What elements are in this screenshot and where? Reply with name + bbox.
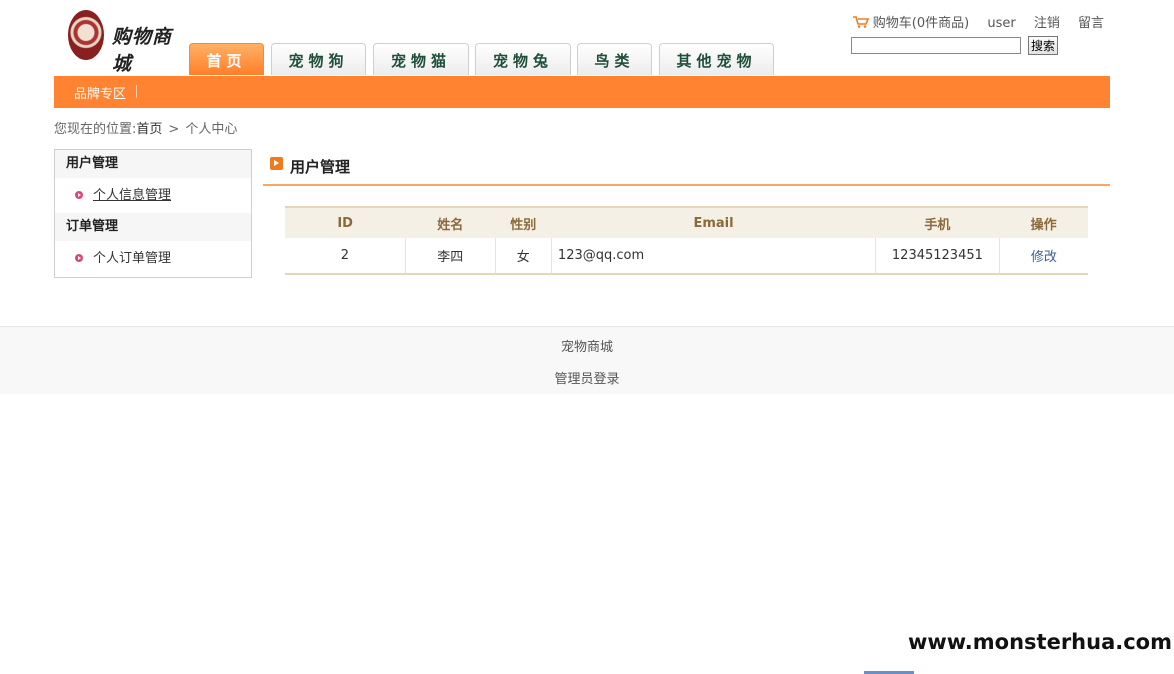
tab-other-pets[interactable]: 其他宠物 <box>659 43 774 75</box>
breadcrumb-current: 个人中心 <box>185 122 238 137</box>
footer-site-name: 宠物商城 <box>560 340 613 355</box>
col-header-phone: 手机 <box>875 206 1000 238</box>
cart-link[interactable]: 购物车(0件商品) <box>873 16 969 31</box>
admin-login-link[interactable]: 管理员登录 <box>554 372 619 387</box>
breadcrumb-home[interactable]: 首页 <box>136 122 162 137</box>
sidebar-item-label: 个人信息管理 <box>93 188 172 203</box>
brand-zone-link[interactable]: 品牌专区 <box>74 83 126 102</box>
sidebar-section-order-mgmt: 订单管理 <box>55 213 251 241</box>
search-button[interactable]: 搜索 <box>1028 36 1058 55</box>
sidebar-section-user-mgmt: 用户管理 <box>55 150 251 178</box>
user-table: ID 姓名 性别 Email 手机 操作 2 李四 女 123@qq.com 1… <box>285 206 1088 275</box>
cell-gender: 女 <box>495 238 552 275</box>
col-header-name: 姓名 <box>405 206 496 238</box>
logo-text: 购物商城 <box>112 26 173 75</box>
cell-phone: 12345123451 <box>875 238 1000 275</box>
page-title: 用户管理 <box>290 158 351 176</box>
search-input[interactable] <box>851 37 1021 54</box>
logo-seal-icon <box>68 10 104 60</box>
tab-rabbits[interactable]: 宠物兔 <box>475 43 571 75</box>
table-header-row: ID 姓名 性别 Email 手机 操作 <box>285 206 1088 238</box>
tab-dogs[interactable]: 宠物狗 <box>271 43 366 75</box>
cell-name: 李四 <box>405 238 496 275</box>
sub-nav-divider <box>136 85 137 98</box>
sidebar-item-profile[interactable]: 个人信息管理 <box>55 178 251 213</box>
site-logo[interactable]: 购物商城 <box>68 10 188 75</box>
tab-home[interactable]: 首页 <box>189 43 264 75</box>
tab-cats[interactable]: 宠物猫 <box>373 43 469 75</box>
logout-link[interactable]: 注销 <box>1034 16 1060 31</box>
col-header-action: 操作 <box>999 206 1088 238</box>
cell-action: 修改 <box>999 238 1088 275</box>
table-row: 2 李四 女 123@qq.com 12345123451 修改 <box>285 238 1088 275</box>
sidebar: 用户管理 个人信息管理 订单管理 个人订单管理 <box>54 149 252 278</box>
sidebar-item-orders[interactable]: 个人订单管理 <box>55 241 251 276</box>
col-header-gender: 性别 <box>495 206 552 238</box>
footer: 宠物商城 管理员登录 <box>0 326 1174 394</box>
breadcrumb-separator: > <box>168 122 180 137</box>
cell-id: 2 <box>285 238 406 275</box>
top-links: 购物车(0件商品) user 注销 留言 <box>852 12 1104 31</box>
cart-icon <box>852 16 869 28</box>
user-link[interactable]: user <box>987 16 1015 31</box>
col-header-id: ID <box>285 206 406 238</box>
col-header-email: Email <box>551 206 876 238</box>
cell-email: 123@qq.com <box>551 238 877 275</box>
breadcrumb-prefix: 您现在的位置: <box>54 122 137 137</box>
content-header: 用户管理 <box>263 152 1110 186</box>
breadcrumb: 您现在的位置:首页 > 个人中心 <box>54 118 237 137</box>
bullet-arrow-icon <box>75 254 83 262</box>
bullet-arrow-icon <box>75 191 83 199</box>
tab-birds[interactable]: 鸟类 <box>577 43 652 75</box>
sidebar-item-label: 个人订单管理 <box>93 251 172 266</box>
edit-link[interactable]: 修改 <box>1031 250 1057 265</box>
sub-nav-bar: 品牌专区 <box>54 76 1110 108</box>
message-link[interactable]: 留言 <box>1078 16 1104 31</box>
section-arrow-icon <box>270 157 283 170</box>
watermark-text: www.monsterhua.com <box>907 630 1172 654</box>
